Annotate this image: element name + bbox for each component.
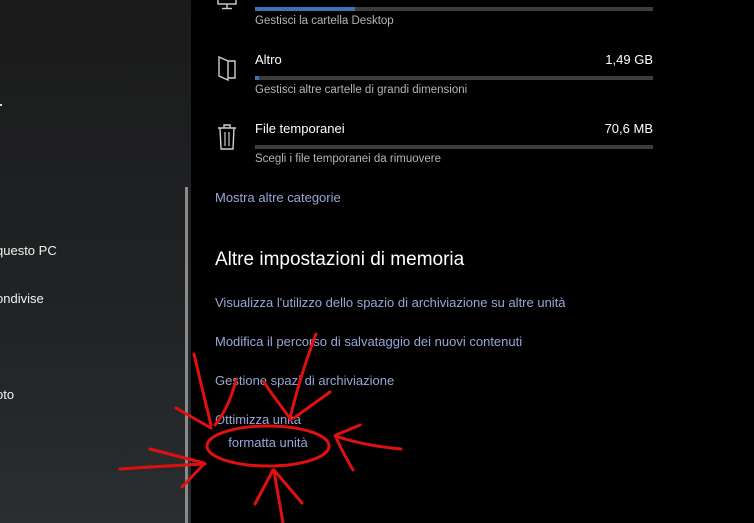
folder-icon [218,55,236,82]
trash-icon [218,124,236,150]
nav-item-foto[interactable]: oto [0,387,14,402]
section-title: Altre impostazioni di memoria [215,249,465,270]
monitor-icon [217,0,237,10]
view-other-drives-link[interactable]: Visualizza l'utilizzo dello spazio di ar… [215,295,566,310]
category-usage-bar [255,145,653,149]
optimize-drives-link[interactable]: Ottimizza unità [215,412,301,427]
left-nav-pane: questo PC ondivise oto [0,0,191,523]
change-save-location-link[interactable]: Modifica il percorso di salvataggio dei … [215,334,522,349]
nav-scrollbar[interactable] [185,187,188,523]
category-size: 1,49 GB [605,52,653,67]
category-name: File temporanei [255,121,345,136]
category-description: Gestisci la cartella Desktop [255,15,394,27]
nav-bullet [0,104,2,106]
category-usage-bar [255,7,653,11]
nav-item-questo-pc[interactable]: questo PC [0,243,57,258]
storage-settings-pane: Gestisci la cartella Desktop Altro 1,49 … [191,0,754,523]
usage-fill [255,76,259,80]
category-name: Altro [255,52,282,67]
category-usage-bar [255,76,653,80]
storage-spaces-link[interactable]: Gestione spazi di archiviazione [215,373,394,388]
show-more-categories-link[interactable]: Mostra altre categorie [215,190,341,205]
usage-fill [255,7,355,11]
category-description: Scegli i file temporanei da rimuovere [255,153,442,165]
category-description: Gestisci altre cartelle di grandi dimens… [255,84,468,96]
category-size: 70,6 MB [604,121,653,136]
nav-item-condivise[interactable]: ondivise [0,291,44,306]
